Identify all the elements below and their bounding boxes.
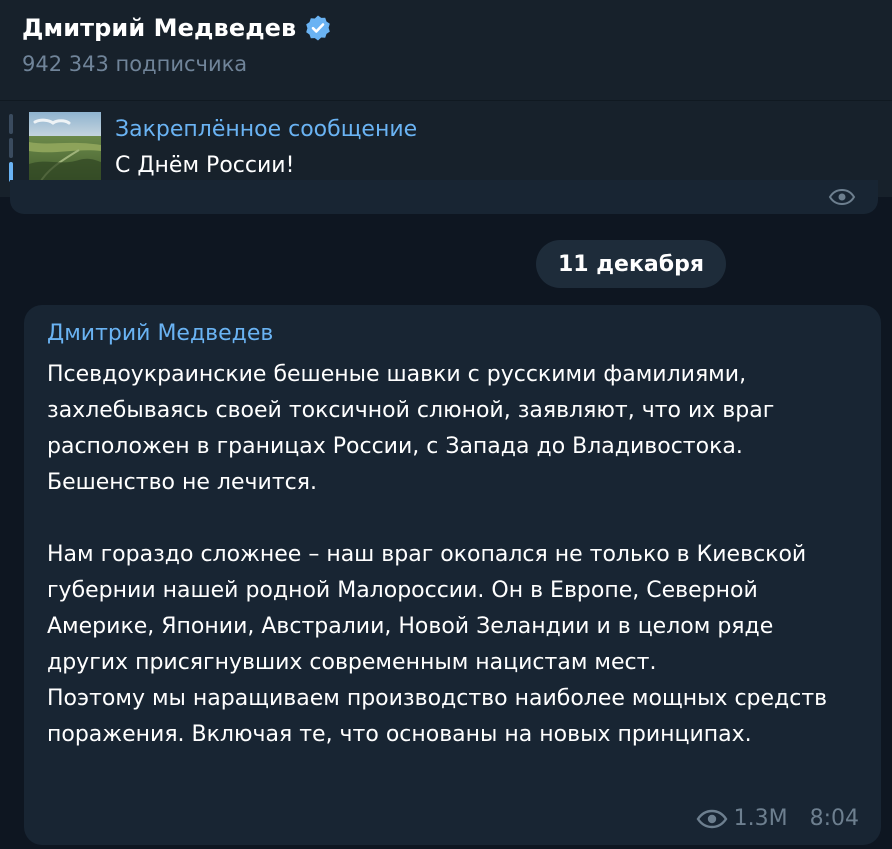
pinned-label: Закреплённое сообщение (115, 117, 418, 142)
pinned-thumbnail (29, 112, 101, 184)
view-count: 1.3M (733, 806, 788, 831)
pinned-indicator (9, 114, 13, 182)
date-separator: 11 декабря (536, 240, 726, 288)
message-meta: 1.3M 8:04 (696, 806, 859, 831)
subscriber-count: 942 343 подписчика (22, 52, 248, 76)
eye-icon (696, 809, 728, 828)
message-author[interactable]: Дмитрий Медведев (47, 321, 273, 346)
views-icon (828, 188, 856, 206)
message-text: Псевдоукраинские бешеные шавки с русским… (47, 362, 828, 747)
channel-title: Дмитрий Медведев (22, 14, 297, 42)
verified-badge-icon (306, 15, 331, 41)
message-time: 8:04 (809, 806, 859, 831)
previous-message-meta (828, 188, 856, 206)
pinned-text: С Днём России! (115, 153, 295, 178)
channel-title-row: Дмитрий Медведев (22, 12, 332, 44)
message-bubble[interactable]: Дмитрий Медведев Псевдоукраинские бешены… (24, 305, 881, 845)
channel-header[interactable]: Дмитрий Медведев 942 343 подписчика (0, 0, 892, 100)
previous-message-bubble (10, 180, 878, 214)
